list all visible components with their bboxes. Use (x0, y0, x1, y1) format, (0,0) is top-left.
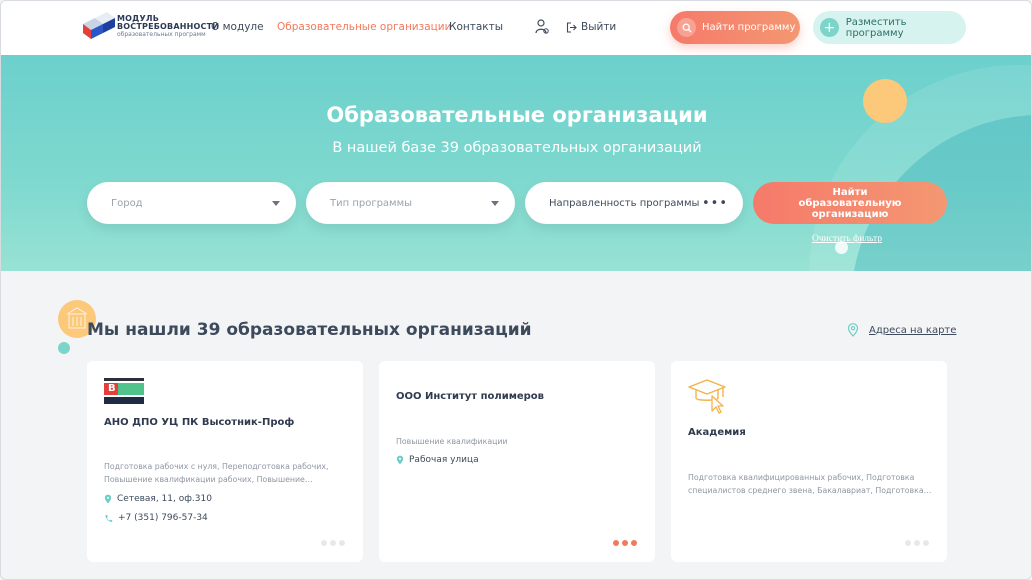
organization-name[interactable]: АНО ДПО УЦ ПК Высотник-Проф (104, 417, 294, 428)
organization-card[interactable]: В АНО ДПО УЦ ПК Высотник-Проф Подготовка… (87, 361, 363, 562)
program-direction-select[interactable]: Направленность программы ••• (525, 182, 743, 224)
clear-filter-link[interactable]: Очистить фильтр (812, 234, 882, 244)
organization-address: Сетевая, 11, оф.310 (104, 494, 212, 504)
hero-banner: Образовательные организации В нашей базе… (1, 55, 1031, 271)
organization-card[interactable]: ООО Институт полимеров Повышение квалифи… (379, 361, 655, 562)
card-more-button[interactable] (905, 540, 929, 546)
chevron-down-icon (491, 201, 499, 206)
program-direction-label: Направленность программы (549, 197, 700, 209)
more-dots-icon: ••• (701, 196, 728, 211)
nav-organizations[interactable]: Образовательные организации (277, 21, 451, 33)
organization-phone-text: +7 (351) 796-57-34 (118, 513, 208, 523)
map-addresses-label: Адреса на карте (869, 324, 957, 336)
logout-button[interactable]: Выйти (566, 21, 616, 33)
page-subtitle: В нашей базе 39 образовательных организа… (332, 140, 702, 156)
program-type-select-label: Тип программы (330, 197, 413, 209)
nav-contacts[interactable]: Контакты (449, 21, 503, 33)
page-title: Образовательные организации (326, 103, 708, 127)
account-settings-icon[interactable] (535, 18, 549, 36)
place-program-button[interactable]: + Разместить программу (813, 11, 966, 44)
organization-address: Рабочая улица (396, 455, 479, 465)
organization-description: Повышение квалификации (396, 437, 508, 446)
map-pin-icon (847, 323, 859, 337)
find-program-button[interactable]: Найти программу (670, 11, 800, 44)
organization-address-text: Рабочая улица (409, 455, 479, 465)
organization-card[interactable]: Академия Подготовка квалифицированных ра… (671, 361, 947, 562)
card-more-button[interactable] (613, 540, 637, 546)
city-select-label: Город (111, 197, 143, 209)
results-title: Мы нашли 39 образовательных организаций (87, 320, 532, 340)
organization-name[interactable]: Академия (688, 427, 746, 438)
logo-cube-icon (83, 12, 115, 39)
map-addresses-link[interactable]: Адреса на карте (847, 323, 956, 337)
search-icon (677, 18, 696, 37)
map-pin-icon (104, 494, 112, 504)
phone-icon (105, 514, 113, 522)
organization-address-text: Сетевая, 11, оф.310 (117, 494, 212, 504)
nav-about[interactable]: О модуле (211, 21, 264, 33)
chevron-down-icon (272, 201, 280, 206)
organization-name[interactable]: ООО Институт полимеров (396, 391, 544, 402)
organization-description: Подготовка рабочих с нуля, Переподготовк… (104, 462, 329, 484)
header: МОДУЛЬ ВОСТРЕБОВАННОСТИ образовательных … (1, 1, 1031, 55)
decor-dot (58, 342, 70, 354)
organization-logo-letter: В (108, 383, 116, 394)
logo-line-2: ВОСТРЕБОВАННОСТИ (117, 21, 220, 31)
graduation-cap-icon (688, 379, 726, 414)
page: МОДУЛЬ ВОСТРЕБОВАННОСТИ образовательных … (0, 0, 1032, 580)
organization-phone[interactable]: +7 (351) 796-57-34 (104, 513, 208, 523)
city-select[interactable]: Город (87, 182, 296, 224)
find-program-label: Найти программу (702, 22, 796, 33)
logout-icon (566, 21, 577, 33)
plus-icon: + (820, 18, 839, 37)
map-pin-icon (396, 455, 404, 465)
find-organization-label: Найти образовательную организацию (798, 186, 902, 220)
site-logo[interactable]: МОДУЛЬ ВОСТРЕБОВАННОСТИ образовательных … (81, 12, 219, 40)
hero-decor-dot (835, 241, 848, 254)
logo-line-3: образовательных программ (117, 30, 206, 38)
find-organization-button[interactable]: Найти образовательную организацию (753, 182, 947, 224)
organization-description: Подготовка квалифицированных рабочих, По… (688, 473, 932, 495)
organization-logo: В (104, 378, 144, 404)
program-type-select[interactable]: Тип программы (306, 182, 515, 224)
card-more-button[interactable] (321, 540, 345, 546)
logout-label: Выйти (581, 21, 617, 33)
place-program-label: Разместить программу (845, 16, 907, 39)
